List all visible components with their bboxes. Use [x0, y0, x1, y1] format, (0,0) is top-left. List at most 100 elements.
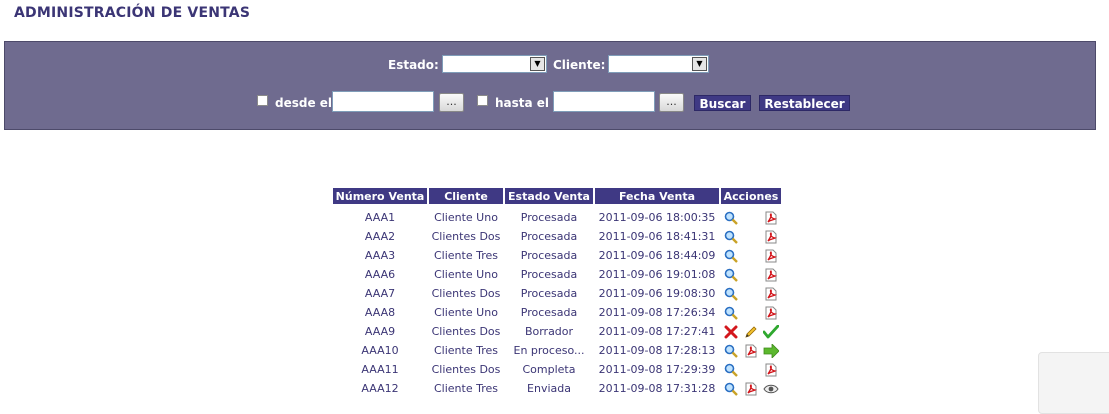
cell-cliente: Clientes Dos [431, 325, 501, 338]
table-row: AAA8 Cliente Uno Procesada 2011-09-08 17:26… [333, 303, 781, 322]
cell-estado-venta: Procesada [520, 249, 578, 262]
cell-acciones [721, 246, 781, 265]
pdf-icon[interactable] [761, 248, 781, 264]
pdf-icon[interactable] [761, 267, 781, 283]
forward-icon[interactable] [761, 343, 781, 359]
cell-estado-venta: Enviada [527, 382, 571, 395]
table-row: AAA1 Cliente Uno Procesada 2011-09-06 18:00… [333, 208, 781, 227]
search-icon[interactable] [721, 210, 741, 226]
table-row: AAA10 Cliente Tres En proceso... 2011-09-08… [333, 341, 781, 360]
search-icon[interactable] [721, 248, 741, 264]
cell-estado-venta: Procesada [520, 211, 578, 224]
cell-estado-venta: Procesada [520, 287, 578, 300]
table-row: AAA11 Clientes Dos Completa 2011-09-08 17:2… [333, 360, 781, 379]
pdf-icon[interactable] [741, 343, 761, 359]
cliente-label: Cliente: [553, 58, 606, 72]
estado-label: Estado: [388, 58, 439, 72]
cell-fecha-venta: 2011-09-06 18:44:09 [598, 249, 716, 262]
column-header-acciones: Acciones [721, 188, 781, 204]
cell-estado-venta: Procesada [520, 230, 578, 243]
cell-estado-venta: En proceso... [513, 344, 585, 357]
chevron-down-icon[interactable]: ▼ [530, 57, 545, 71]
cell-numero-venta[interactable]: AAA12 [333, 379, 427, 398]
cell-fecha-venta: 2011-09-08 17:28:13 [598, 344, 716, 357]
cell-numero-venta[interactable]: AAA2 [333, 227, 427, 246]
search-icon[interactable] [721, 381, 741, 397]
cell-numero-venta[interactable]: AAA6 [333, 265, 427, 284]
desde-date-input[interactable] [332, 91, 434, 112]
page-title: ADMINISTRACIÓN DE VENTAS [14, 5, 251, 21]
cell-acciones [721, 360, 781, 379]
cell-numero-venta[interactable]: AAA1 [333, 208, 427, 227]
search-icon[interactable] [721, 286, 741, 302]
pdf-icon[interactable] [761, 210, 781, 226]
empty-action-slot [741, 229, 761, 245]
cell-numero-venta[interactable]: AAA7 [333, 284, 427, 303]
table-row: AAA2 Clientes Dos Procesada 2011-09-06 18:4… [333, 227, 781, 246]
hasta-date-input[interactable] [553, 91, 655, 112]
edit-icon[interactable] [741, 324, 761, 340]
cell-cliente: Cliente Uno [434, 268, 498, 281]
pdf-icon[interactable] [761, 229, 781, 245]
cell-cliente: Cliente Uno [434, 211, 498, 224]
cell-fecha-venta: 2011-09-06 18:00:35 [598, 211, 716, 224]
approve-icon[interactable] [761, 324, 781, 340]
cell-acciones [721, 284, 781, 303]
cell-numero-venta[interactable]: AAA3 [333, 246, 427, 265]
delete-icon[interactable] [721, 324, 741, 340]
empty-action-slot [741, 305, 761, 321]
cell-cliente: Clientes Dos [431, 287, 501, 300]
column-header-numero[interactable]: Número Venta [333, 188, 427, 204]
cell-fecha-venta: 2011-09-06 18:41:31 [598, 230, 716, 243]
pdf-icon[interactable] [761, 286, 781, 302]
cell-fecha-venta: 2011-09-06 19:08:30 [598, 287, 716, 300]
buscar-button[interactable]: Buscar [694, 95, 751, 111]
table-row: AAA3 Cliente Tres Procesada 2011-09-06 18:4… [333, 246, 781, 265]
desde-checkbox[interactable] [257, 95, 268, 106]
restablecer-button[interactable]: Restablecer [759, 95, 850, 111]
cell-acciones [721, 303, 781, 322]
column-header-estado[interactable]: Estado Venta [505, 188, 593, 204]
empty-action-slot [741, 267, 761, 283]
hasta-date-picker-button[interactable]: ... [659, 93, 684, 112]
pdf-icon[interactable] [761, 362, 781, 378]
cell-acciones [721, 265, 781, 284]
cell-cliente: Cliente Tres [434, 382, 498, 395]
filter-panel: Estado: ▼ Cliente: ▼ desde el ... hasta … [4, 41, 1096, 130]
column-header-fecha[interactable]: Fecha Venta [595, 188, 719, 204]
cell-acciones [721, 322, 781, 341]
empty-action-slot [741, 286, 761, 302]
cell-fecha-venta: 2011-09-08 17:31:28 [598, 382, 716, 395]
cell-fecha-venta: 2011-09-08 17:29:39 [598, 363, 716, 376]
search-icon[interactable] [721, 267, 741, 283]
chevron-down-icon[interactable]: ▼ [692, 57, 707, 71]
empty-action-slot [741, 210, 761, 226]
empty-action-slot [741, 362, 761, 378]
search-icon[interactable] [721, 229, 741, 245]
search-icon[interactable] [721, 305, 741, 321]
pdf-icon[interactable] [761, 305, 781, 321]
cell-numero-venta[interactable]: AAA11 [333, 360, 427, 379]
cell-acciones [721, 208, 781, 227]
column-header-cliente[interactable]: Cliente [429, 188, 503, 204]
table-row: AAA9 Clientes Dos Borrador 2011-09-08 17:27… [333, 322, 781, 341]
cell-acciones [721, 227, 781, 246]
sales-table: Número Venta Cliente Estado Venta Fecha … [331, 188, 783, 398]
cell-fecha-venta: 2011-09-08 17:27:41 [598, 325, 716, 338]
view-icon[interactable] [761, 381, 781, 397]
cell-cliente: Cliente Tres [434, 249, 498, 262]
empty-action-slot [741, 248, 761, 264]
cliente-select[interactable]: ▼ [608, 55, 709, 73]
search-icon[interactable] [721, 343, 741, 359]
cell-numero-venta[interactable]: AAA8 [333, 303, 427, 322]
desde-date-picker-button[interactable]: ... [439, 93, 464, 112]
pdf-icon[interactable] [741, 381, 761, 397]
cell-cliente: Clientes Dos [431, 230, 501, 243]
cell-numero-venta[interactable]: AAA9 [333, 322, 427, 341]
search-icon[interactable] [721, 362, 741, 378]
estado-select[interactable]: ▼ [442, 55, 547, 73]
cell-numero-venta[interactable]: AAA10 [333, 341, 427, 360]
hasta-checkbox[interactable] [477, 95, 488, 106]
cell-fecha-venta: 2011-09-06 19:01:08 [598, 268, 716, 281]
table-row: AAA7 Clientes Dos Procesada 2011-09-06 19:0… [333, 284, 781, 303]
